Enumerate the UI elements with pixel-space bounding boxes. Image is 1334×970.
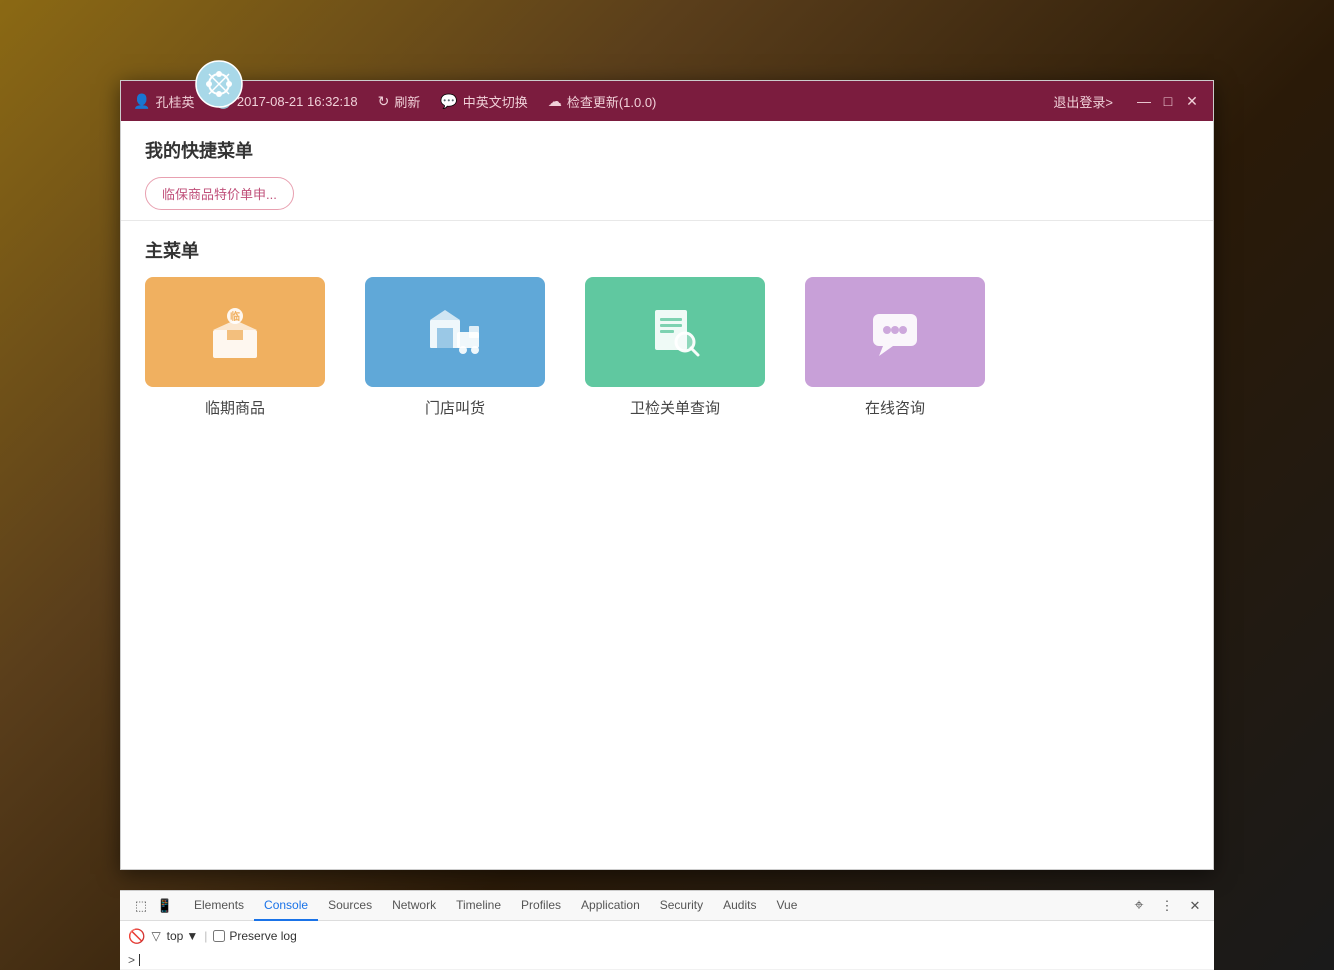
app-logo bbox=[195, 60, 243, 108]
datetime-label: 2017-08-21 16:32:18 bbox=[237, 94, 358, 109]
devtools-panel: ⬚ 📱 Elements Console Sources Network Tim… bbox=[120, 890, 1214, 970]
menu-icon-box-zaixian bbox=[805, 277, 985, 387]
main-content: 我的快捷菜单 临保商品特价单申... 主菜单 bbox=[121, 121, 1213, 869]
lang-switch-btn[interactable]: 💬 中英文切换 bbox=[440, 92, 527, 111]
console-caret bbox=[139, 954, 140, 966]
refresh-icon: ↻ bbox=[378, 93, 390, 110]
quick-shortcut-button[interactable]: 临保商品特价单申... bbox=[145, 177, 294, 210]
tab-console[interactable]: Console bbox=[254, 891, 318, 921]
search-doc-icon bbox=[645, 302, 705, 362]
tab-sources[interactable]: Sources bbox=[318, 891, 382, 921]
preserve-log-checkbox[interactable] bbox=[213, 930, 225, 942]
separator: | bbox=[204, 929, 207, 943]
devtools-tabs: ⬚ 📱 Elements Console Sources Network Tim… bbox=[120, 891, 1214, 921]
tab-elements[interactable]: Elements bbox=[184, 891, 254, 921]
user-icon: 👤 bbox=[133, 93, 150, 110]
menu-icon-box-mendian bbox=[365, 277, 545, 387]
inspect-element-button[interactable]: ⬚ bbox=[130, 895, 152, 917]
quick-menu-section: 我的快捷菜单 临保商品特价单申... bbox=[121, 121, 1213, 221]
logout-button[interactable]: 退出登录> bbox=[1053, 92, 1113, 111]
inspect-icons: ⬚ 📱 bbox=[128, 895, 176, 917]
menu-item-mendian[interactable]: 门店叫货 bbox=[365, 277, 545, 418]
cloud-icon: ☁ bbox=[548, 93, 562, 110]
title-bar: 👤 孔桂英 🕐 2017-08-21 16:32:18 ↻ 刷新 💬 中英文切换… bbox=[121, 81, 1213, 121]
console-filter-text-icon[interactable]: ▽ bbox=[151, 929, 160, 943]
context-dropdown[interactable]: top ▼ bbox=[167, 929, 199, 943]
minimize-button[interactable]: — bbox=[1135, 92, 1153, 110]
title-bar-right: 退出登录> — □ ✕ bbox=[1053, 92, 1201, 111]
update-label: 检查更新(1.0.0) bbox=[567, 92, 657, 111]
menu-item-linqi[interactable]: 临 临期商品 bbox=[145, 277, 325, 418]
tab-audits[interactable]: Audits bbox=[713, 891, 766, 921]
svg-text:临: 临 bbox=[230, 310, 240, 323]
console-bar: 🚫 ▽ top ▼ | Preserve log bbox=[120, 921, 1214, 951]
username-label: 孔桂英 bbox=[155, 92, 194, 111]
menu-icon-box-weijian bbox=[585, 277, 765, 387]
truck-icon bbox=[425, 302, 485, 362]
user-info: 👤 孔桂英 bbox=[133, 92, 194, 111]
tab-profiles[interactable]: Profiles bbox=[511, 891, 571, 921]
tab-application[interactable]: Application bbox=[571, 891, 650, 921]
devtools-right-icons: ⌖ ⋮ ✕ bbox=[1126, 895, 1206, 917]
menu-label-zaixian: 在线咨询 bbox=[865, 397, 925, 418]
refresh-btn[interactable]: ↻ 刷新 bbox=[378, 92, 421, 111]
menu-label-mendian: 门店叫货 bbox=[425, 397, 485, 418]
menu-item-weijian[interactable]: 卫检关单查询 bbox=[585, 277, 765, 418]
close-button[interactable]: ✕ bbox=[1183, 92, 1201, 110]
tab-security[interactable]: Security bbox=[650, 891, 713, 921]
main-menu-title: 主菜单 bbox=[145, 237, 1189, 263]
devtools-more-button[interactable]: ⋮ bbox=[1156, 895, 1178, 917]
update-btn[interactable]: ☁ 检查更新(1.0.0) bbox=[548, 92, 657, 111]
device-mode-button[interactable]: 📱 bbox=[154, 895, 176, 917]
chat-icon bbox=[865, 302, 925, 362]
preserve-log-label: Preserve log bbox=[229, 929, 296, 943]
menu-item-zaixian[interactable]: 在线咨询 bbox=[805, 277, 985, 418]
context-label: top bbox=[167, 929, 184, 943]
lang-icon: 💬 bbox=[440, 93, 457, 110]
lang-label: 中英文切换 bbox=[463, 92, 528, 111]
quick-menu-title: 我的快捷菜单 bbox=[145, 137, 1189, 163]
console-cursor-line: > bbox=[120, 951, 1214, 969]
preserve-log-checkbox-area[interactable]: Preserve log bbox=[213, 929, 296, 943]
menu-label-weijian: 卫检关单查询 bbox=[630, 397, 720, 418]
maximize-button[interactable]: □ bbox=[1159, 92, 1177, 110]
main-menu-section: 主菜单 临 临期商品 bbox=[121, 221, 1213, 869]
menu-icon-box-linqi: 临 bbox=[145, 277, 325, 387]
tab-timeline[interactable]: Timeline bbox=[446, 891, 511, 921]
app-window: 👤 孔桂英 🕐 2017-08-21 16:32:18 ↻ 刷新 💬 中英文切换… bbox=[120, 80, 1214, 870]
devtools-cursor-button[interactable]: ⌖ bbox=[1128, 895, 1150, 917]
console-filter-icon[interactable]: 🚫 bbox=[128, 928, 145, 945]
devtools-close-button[interactable]: ✕ bbox=[1184, 895, 1206, 917]
title-bar-left: 👤 孔桂英 🕐 2017-08-21 16:32:18 ↻ 刷新 💬 中英文切换… bbox=[133, 92, 1053, 111]
context-dropdown-arrow: ▼ bbox=[186, 929, 198, 943]
tab-vue[interactable]: Vue bbox=[766, 891, 807, 921]
box-icon: 临 bbox=[205, 302, 265, 362]
menu-grid: 临 临期商品 bbox=[145, 277, 1189, 418]
refresh-label: 刷新 bbox=[394, 92, 420, 111]
menu-label-linqi: 临期商品 bbox=[205, 397, 265, 418]
console-prompt: > bbox=[128, 953, 135, 967]
tab-network[interactable]: Network bbox=[382, 891, 446, 921]
